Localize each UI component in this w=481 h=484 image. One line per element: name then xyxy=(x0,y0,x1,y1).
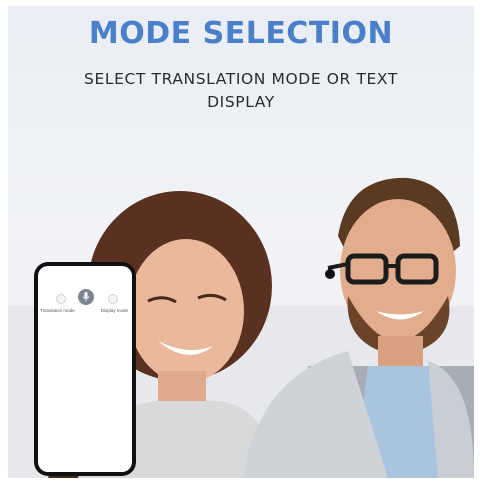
translation-mode-label: Translation mode xyxy=(40,308,75,313)
microphone-button[interactable] xyxy=(78,289,94,305)
page-subtitle: SELECT TRANSLATION MODE OR TEXT DISPLAY xyxy=(84,70,398,111)
translation-mode-dot[interactable] xyxy=(56,294,66,304)
display-mode-label: Display mode xyxy=(100,308,128,313)
product-image: MODE SELECTION SELECT TRANSLATION MODE O… xyxy=(8,6,474,478)
phone-mockup: Translation mode Display mode xyxy=(34,262,136,476)
page-title: MODE SELECTION xyxy=(88,16,394,51)
microphone-icon xyxy=(82,292,90,302)
mode-selector: Translation mode Display mode xyxy=(38,286,132,313)
display-mode-dot[interactable] xyxy=(108,294,118,304)
phone-screen: Translation mode Display mode xyxy=(38,266,132,472)
